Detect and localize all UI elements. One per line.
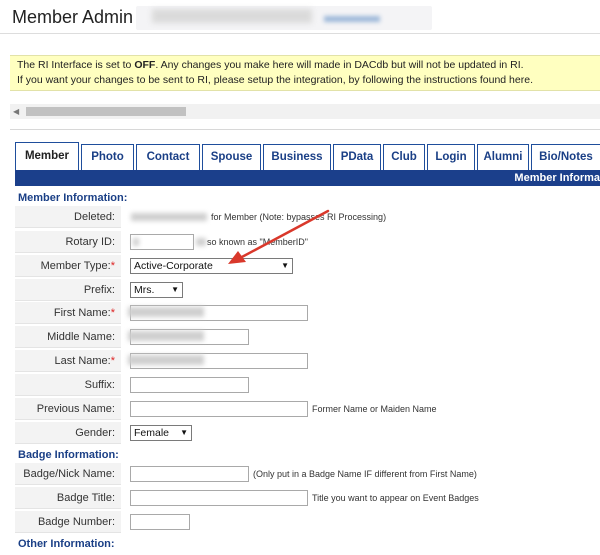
rotary-id-note: so known as "MemberID" (207, 237, 308, 247)
rotary-id-extra-redacted (196, 238, 206, 246)
member-type-label: Member Type:* (15, 255, 121, 277)
tab-member[interactable]: Member (15, 142, 79, 170)
member-information-heading: Member Information: (18, 192, 128, 204)
gender-select[interactable]: Female ▼ (130, 425, 192, 441)
required-marker: * (110, 260, 115, 272)
rotary-id-redacted (133, 238, 139, 246)
tab-contact[interactable]: Contact (136, 144, 200, 170)
dropdown-caret-icon: ▼ (171, 285, 179, 294)
notice-line-1: The RI Interface is set to OFF. Any chan… (17, 59, 524, 71)
badge-title-note: Title you want to appear on Event Badges (312, 493, 479, 503)
tab-business[interactable]: Business (263, 144, 331, 170)
member-name-redacted (136, 6, 432, 30)
prefix-label: Prefix: (15, 279, 121, 301)
tab-bar: Member Photo Contact Spouse Business PDa… (10, 140, 600, 170)
badge-nick-name-note: (Only put in a Badge Name IF different f… (253, 469, 477, 479)
middle-name-label: Middle Name: (15, 326, 121, 348)
badge-title-label: Badge Title: (15, 487, 121, 509)
required-marker: * (110, 307, 115, 319)
previous-name-input[interactable] (130, 401, 308, 417)
prefix-value: Mrs. (134, 284, 155, 296)
suffix-input[interactable] (130, 377, 249, 393)
first-name-label: First Name:* (15, 302, 121, 324)
deleted-label: Deleted: (15, 206, 121, 228)
tab-pdata[interactable]: PData (333, 144, 381, 170)
member-type-value: Active-Corporate (134, 260, 213, 272)
tab-photo[interactable]: Photo (81, 144, 134, 170)
ri-status: OFF (134, 59, 156, 71)
badge-title-input[interactable] (130, 490, 308, 506)
other-information-heading: Other Information: (18, 538, 115, 550)
divider (10, 129, 600, 130)
title-bar: Member Admin (0, 0, 600, 34)
horizontal-scrollbar[interactable]: ◀ (10, 104, 600, 119)
tab-alumni[interactable]: Alumni (477, 144, 529, 170)
redacted-name (152, 9, 312, 23)
tab-spouse[interactable]: Spouse (202, 144, 261, 170)
scroll-left-icon[interactable]: ◀ (13, 107, 19, 116)
suffix-label: Suffix: (15, 374, 121, 396)
badge-nick-name-label: Badge/Nick Name: (15, 463, 121, 485)
tab-bio-notes[interactable]: Bio/Notes (531, 144, 600, 170)
deleted-note: for Member (Note: bypasses RI Processing… (211, 212, 387, 222)
rotary-id-input[interactable] (130, 234, 194, 250)
section-header-band: Member Informa (15, 170, 600, 186)
last-name-redacted (128, 355, 204, 365)
scrollbar-thumb[interactable] (26, 107, 186, 116)
middle-name-redacted (128, 331, 204, 341)
badge-number-label: Badge Number: (15, 511, 121, 533)
first-name-redacted (128, 307, 204, 317)
previous-name-note: Former Name or Maiden Name (312, 404, 437, 414)
required-marker: * (110, 355, 115, 367)
member-type-select[interactable]: Active-Corporate ▼ (130, 258, 293, 274)
ri-interface-notice: The RI Interface is set to OFF. Any chan… (10, 55, 600, 91)
notice-line-2: If you want your changes to be sent to R… (17, 74, 533, 86)
gender-label: Gender: (15, 422, 121, 444)
prefix-select[interactable]: Mrs. ▼ (130, 282, 183, 298)
redacted-link[interactable] (324, 16, 380, 22)
badge-information-heading: Badge Information: (18, 449, 119, 461)
gender-value: Female (134, 427, 170, 439)
title-divider (0, 33, 600, 34)
previous-name-label: Previous Name: (15, 398, 121, 420)
last-name-label: Last Name:* (15, 350, 121, 372)
tab-club[interactable]: Club (383, 144, 425, 170)
tab-login[interactable]: Login (427, 144, 475, 170)
badge-nick-name-input[interactable] (130, 466, 249, 482)
deleted-value-redacted (131, 213, 207, 221)
badge-number-input[interactable] (130, 514, 190, 530)
dropdown-caret-icon: ▼ (281, 261, 289, 270)
page-title: Member Admin (12, 7, 134, 27)
dropdown-caret-icon: ▼ (180, 428, 188, 437)
rotary-id-label: Rotary ID: (15, 231, 121, 253)
